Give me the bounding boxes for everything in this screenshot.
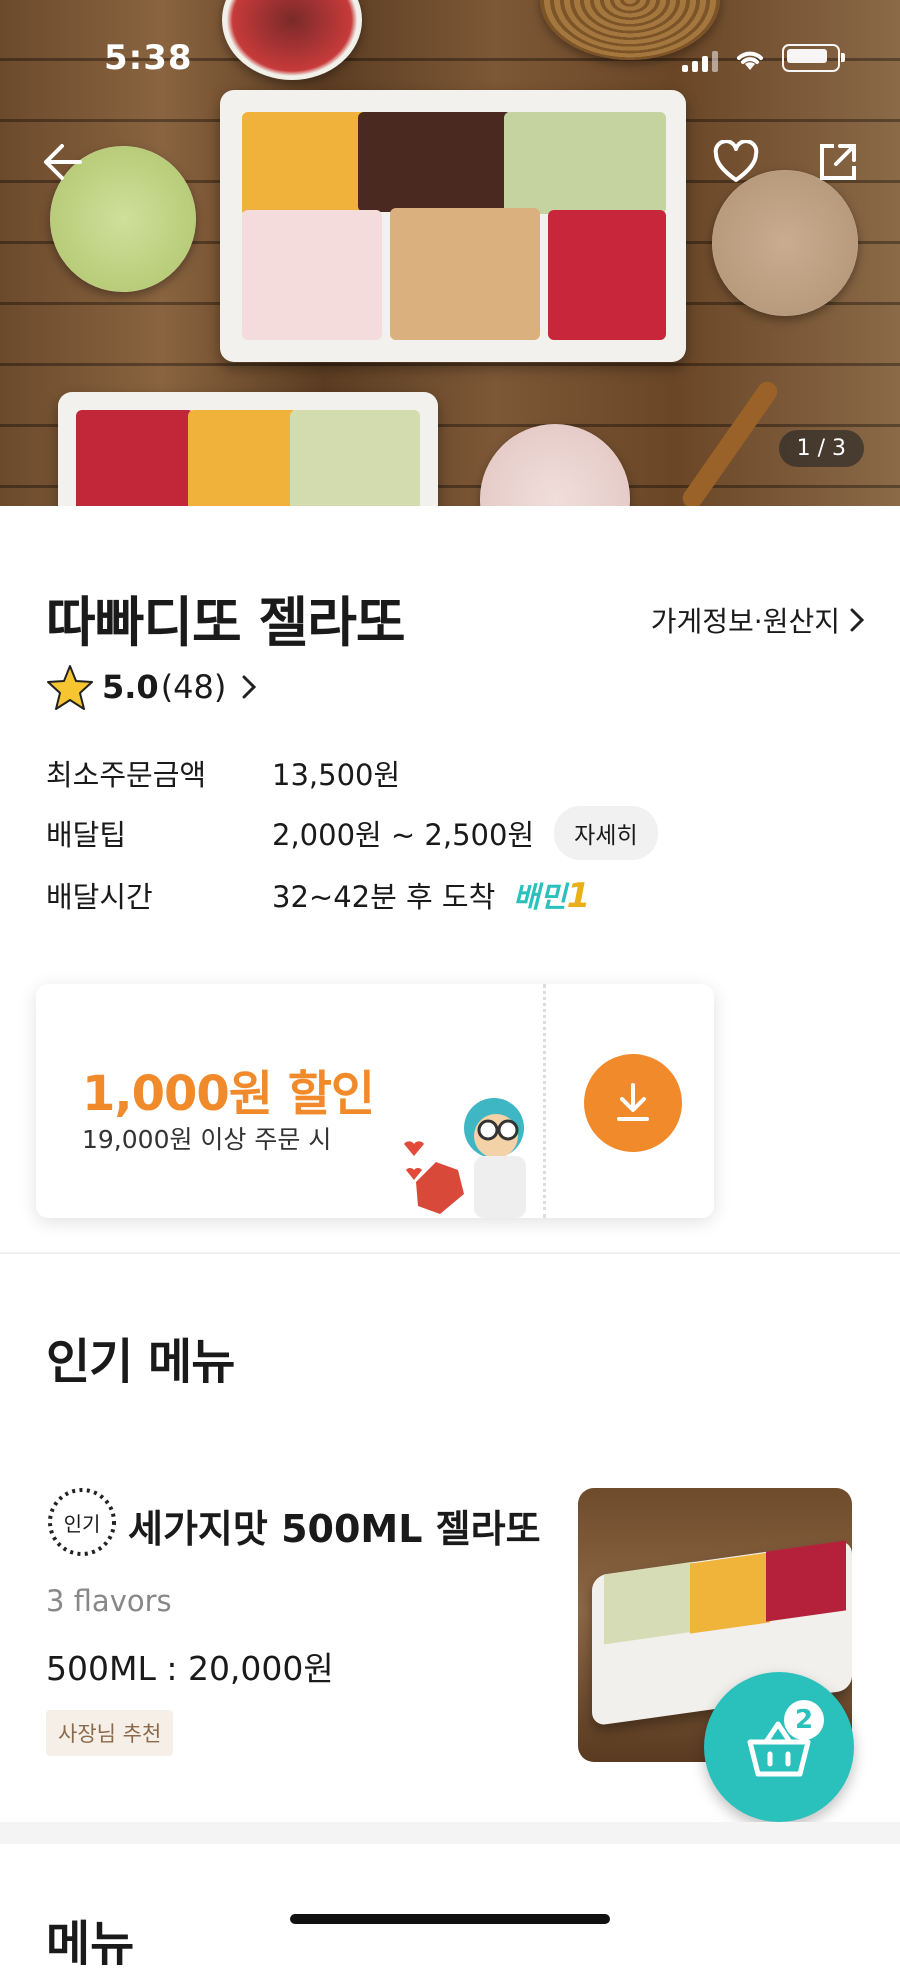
rating-score: 5.0 bbox=[102, 668, 159, 706]
pink-cup bbox=[480, 424, 630, 506]
delivery-tip-row: 배달팁 2,000원 ~ 2,500원 자세히 bbox=[46, 806, 658, 860]
store-info-link[interactable]: 가게정보·원산지 bbox=[651, 600, 864, 640]
min-order-row: 최소주문금액 13,500원 bbox=[46, 752, 400, 794]
coupon-condition: 19,000원 이상 주문 시 bbox=[82, 1125, 332, 1154]
baemin1-text: 배민 bbox=[513, 880, 567, 914]
popular-badge: 인기 bbox=[46, 1486, 118, 1558]
menu-section-title: 메뉴 bbox=[46, 1916, 135, 1972]
section-separator bbox=[0, 1822, 900, 1844]
min-order-label: 최소주문금액 bbox=[46, 758, 207, 792]
popular-menu-title: 인기 메뉴 bbox=[46, 1334, 235, 1390]
delivery-time-row: 배달시간 32~42분 후 도착 배민1 bbox=[46, 874, 590, 916]
gelato-tray bbox=[220, 90, 686, 362]
coupon-amount: 1,000원 할인 bbox=[82, 1066, 375, 1122]
menu-item-description: 3 flavors bbox=[46, 1584, 172, 1618]
status-icons bbox=[682, 44, 845, 72]
coupon-perforation bbox=[543, 984, 546, 1218]
chevron-right-icon bbox=[242, 675, 257, 699]
chevron-right-icon bbox=[850, 608, 864, 632]
store-name: 따빠디또 젤라또 bbox=[46, 591, 406, 654]
cart-button[interactable]: 2 bbox=[704, 1672, 854, 1822]
wooden-spoon bbox=[678, 377, 782, 506]
status-time: 5:38 bbox=[104, 38, 193, 78]
gelato-tray-2 bbox=[58, 392, 438, 506]
menu-item-price: 500ML : 20,000원 bbox=[46, 1649, 334, 1688]
rating-row[interactable]: 5.0 (48) bbox=[46, 664, 257, 710]
delivery-tip-label: 배달팁 bbox=[46, 818, 127, 852]
store-info-link-label: 가게정보·원산지 bbox=[650, 605, 840, 638]
popular-badge-label: 인기 bbox=[63, 1512, 101, 1536]
tip-detail-button[interactable]: 자세히 bbox=[554, 806, 658, 860]
baemin1-number: 1 bbox=[566, 876, 591, 916]
back-arrow-icon bbox=[44, 144, 82, 180]
mascot-illustration bbox=[404, 1098, 526, 1218]
star-icon bbox=[47, 665, 93, 710]
image-page-indicator: 1 / 3 bbox=[778, 430, 864, 467]
delivery-time-value: 32~42분 후 도착 bbox=[272, 880, 496, 914]
min-order-value: 13,500원 bbox=[272, 758, 401, 792]
coffee-cup bbox=[712, 170, 858, 316]
cart-count-badge: 2 bbox=[784, 1700, 824, 1740]
share-icon bbox=[820, 144, 856, 180]
menu-item-name: 세가지맛 500ML 젤라또 bbox=[128, 1507, 541, 1551]
coupon-card[interactable]: 1,000원 할인 19,000원 이상 주문 시 bbox=[36, 984, 714, 1218]
battery-icon bbox=[782, 44, 845, 72]
review-count: (48) bbox=[160, 668, 227, 706]
share-button[interactable] bbox=[812, 136, 864, 188]
favorite-button[interactable] bbox=[710, 136, 762, 188]
home-indicator bbox=[290, 1914, 610, 1924]
heart-icon bbox=[713, 140, 759, 182]
cherry-cup bbox=[222, 0, 362, 80]
coupon-download-button[interactable] bbox=[584, 1054, 682, 1152]
download-icon bbox=[617, 1083, 649, 1121]
section-divider bbox=[0, 1252, 900, 1254]
delivery-tip-value: 2,000원 ~ 2,500원 bbox=[272, 818, 535, 852]
hero-image[interactable]: 5:38 1 / 3 bbox=[0, 0, 900, 506]
wifi-icon bbox=[737, 51, 763, 70]
delivery-time-label: 배달시간 bbox=[46, 880, 153, 914]
owner-recommend-tag: 사장님 추천 bbox=[46, 1710, 174, 1756]
signal-icon bbox=[682, 50, 718, 72]
back-button[interactable] bbox=[36, 136, 88, 188]
baemin1-logo: 배민1 bbox=[513, 874, 590, 916]
